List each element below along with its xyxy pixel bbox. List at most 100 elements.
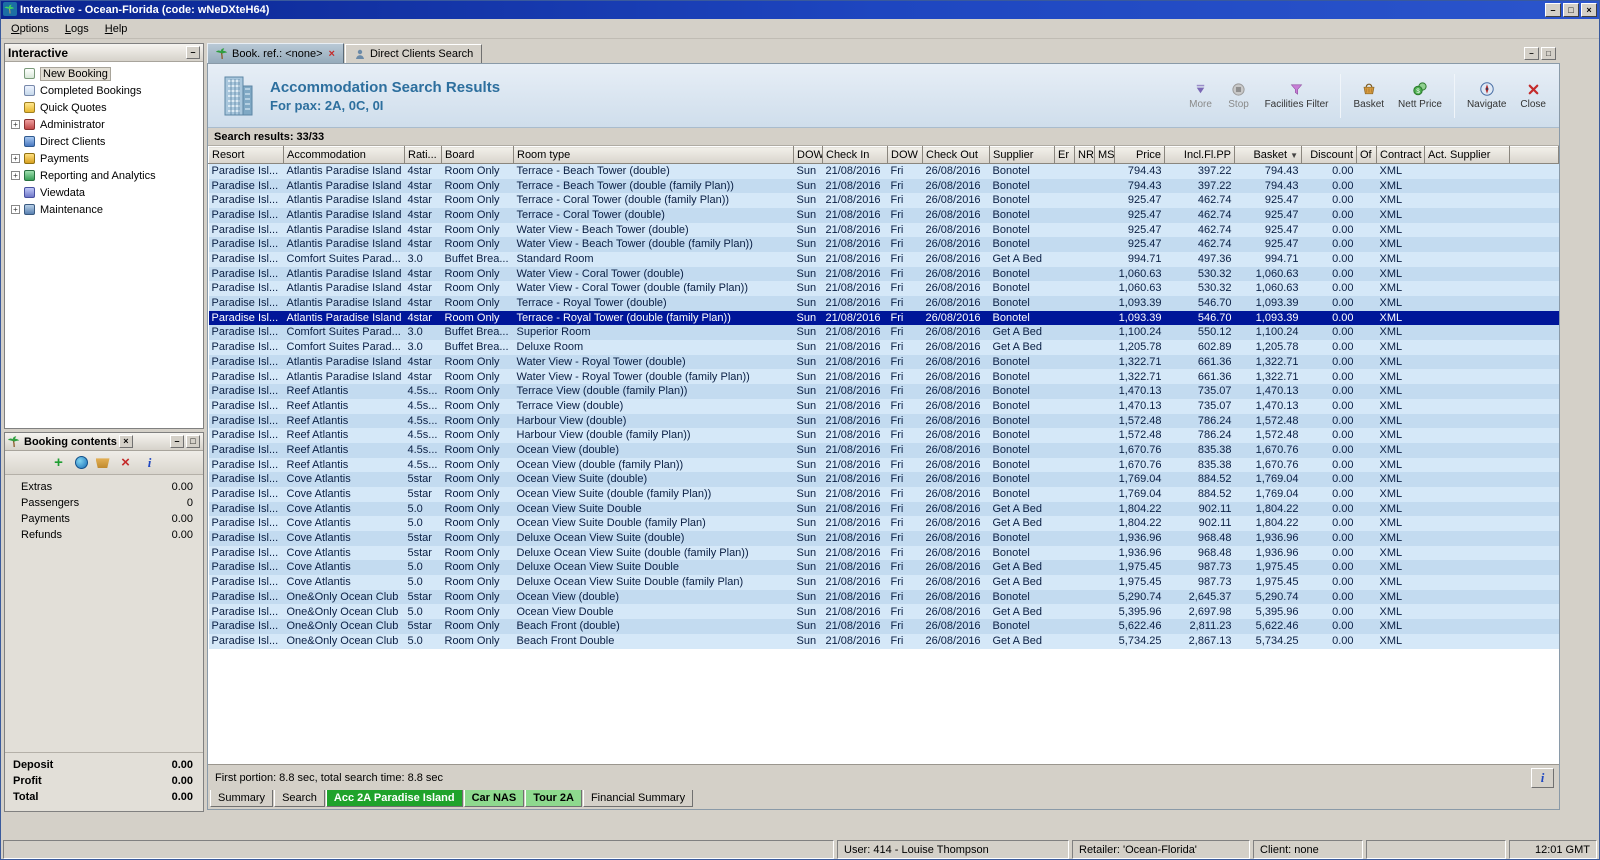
sidebar-collapse-button[interactable] [186,46,200,59]
window-minimize-button[interactable] [1545,3,1561,17]
booking-contents-minimize-button[interactable] [170,435,184,448]
result-row[interactable]: Paradise Isl... Cove Atlantis 5star Room On… [208,486,1559,502]
window-close-button[interactable] [1581,3,1597,17]
result-row[interactable]: Paradise Isl... Atlantis Paradise Island 4… [208,178,1559,194]
result-row[interactable]: Paradise Isl... Atlantis Paradise Island 4… [208,310,1559,326]
sidebar-item-administrator[interactable]: + Administrator [5,116,203,133]
sidebar-item-quick-quotes[interactable]: Quick Quotes [5,99,203,116]
result-row[interactable]: Paradise Isl... Atlantis Paradise Island 4… [208,193,1559,208]
result-row[interactable]: Paradise Isl... Reef Atlantis 4.5s... Room … [208,428,1559,443]
result-row[interactable]: Paradise Isl... Reef Atlantis 4.5s... Room … [208,457,1559,473]
column-header-nr[interactable]: NR [1074,146,1095,164]
column-header-er[interactable]: Er [1054,146,1075,164]
column-header-check-in[interactable]: Check In [822,146,888,164]
sidebar-item-payments[interactable]: + Payments [5,150,203,167]
column-header-supplier[interactable]: Supplier [989,146,1055,164]
result-row[interactable]: Paradise Isl... Reef Atlantis 4.5s... Room … [208,384,1559,399]
cell-accommodation: One&Only Ocean Club [286,620,399,633]
tab-close-icon[interactable]: × [329,48,335,60]
result-row[interactable]: Paradise Isl... Cove Atlantis 5.0 Room Only… [208,501,1559,517]
bottom-tab-summary[interactable]: Summary [210,790,274,807]
result-row[interactable]: Paradise Isl... Reef Atlantis 4.5s... Room … [208,413,1559,429]
menu-options[interactable]: Options [3,21,57,37]
info-icon[interactable] [142,455,158,471]
booking-contents-restore-button[interactable] [186,435,200,448]
result-row[interactable]: Paradise Isl... Atlantis Paradise Island 4… [208,163,1559,179]
result-row[interactable]: Paradise Isl... Comfort Suites Parad... 3.… [208,251,1559,267]
result-row[interactable]: Paradise Isl... Atlantis Paradise Island 4… [208,354,1559,370]
nett-price-button[interactable]: $ Nett Price [1391,78,1449,113]
result-row[interactable]: Paradise Isl... Atlantis Paradise Island 4… [208,207,1559,223]
window-maximize-button[interactable] [1563,3,1579,17]
result-row[interactable]: Paradise Isl... Atlantis Paradise Island 4… [208,296,1559,311]
column-header-of[interactable]: Of [1356,146,1377,164]
expand-plus-icon[interactable]: + [11,154,20,163]
bottom-tab-financial-summary[interactable]: Financial Summary [582,790,694,807]
basket-icon[interactable] [95,458,110,468]
bottom-tab-search[interactable]: Search [274,790,325,807]
expand-plus-icon[interactable]: + [11,205,20,214]
info-button[interactable] [1531,767,1554,788]
expand-plus-icon[interactable]: + [11,120,20,129]
result-row[interactable]: Paradise Isl... Cove Atlantis 5.0 Room Only… [208,575,1559,590]
bottom-tab-acc-2a-paradise-island[interactable]: Acc 2A Paradise Island [325,790,463,807]
result-row[interactable]: Paradise Isl... Cove Atlantis 5.0 Room Only… [208,516,1559,531]
column-header-check-out[interactable]: Check Out [922,146,990,164]
navigate-button[interactable]: Navigate [1460,78,1513,113]
column-header-ms[interactable]: MS [1094,146,1115,164]
column-header-basket[interactable]: Basket ▼ [1234,146,1302,164]
tab-direct-clients-search[interactable]: Direct Clients Search [344,44,483,63]
result-row[interactable]: Paradise Isl... Comfort Suites Parad... 3.… [208,325,1559,341]
result-row[interactable]: Paradise Isl... One&Only Ocean Club 5.0 Roo… [208,604,1559,620]
column-header-accommodation[interactable]: Accommodation [283,146,405,164]
tab-book-ref-none[interactable]: Book. ref.: <none> × [207,43,344,63]
delete-icon[interactable] [118,455,134,471]
column-header-discount[interactable]: Discount [1301,146,1357,164]
expand-plus-icon[interactable]: + [11,171,20,180]
column-header-dow[interactable]: DOW [887,146,923,164]
sidebar-item-completed-bookings[interactable]: Completed Bookings [5,82,203,99]
menu-help[interactable]: Help [97,21,136,37]
child-minimize-button[interactable] [1524,47,1539,60]
basket-button[interactable]: Basket [1346,78,1391,113]
column-header-board[interactable]: Board [441,146,514,164]
result-row[interactable]: Paradise Isl... Cove Atlantis 5star Room On… [208,472,1559,487]
result-row[interactable]: Paradise Isl... One&Only Ocean Club 5star R… [208,589,1559,605]
bottom-tab-tour-2a[interactable]: Tour 2A [525,790,582,807]
result-row[interactable]: Paradise Isl... Atlantis Paradise Island 4… [208,281,1559,296]
result-row[interactable]: Paradise Isl... Reef Atlantis 4.5s... Room … [208,398,1559,414]
close-button[interactable]: Close [1513,78,1553,113]
column-header-act-supplier[interactable]: Act. Supplier [1424,146,1510,164]
bottom-tab-car-nas[interactable]: Car NAS [463,790,525,807]
column-header-price[interactable]: Price [1114,146,1165,164]
child-restore-button[interactable] [1541,47,1556,60]
result-row[interactable]: Paradise Isl... Atlantis Paradise Island 4… [208,369,1559,385]
result-row[interactable]: Paradise Isl... One&Only Ocean Club 5.0 Roo… [208,633,1559,649]
column-header-incl-fl-pp[interactable]: Incl.Fl.PP [1164,146,1235,164]
column-header-resort[interactable]: Resort [208,146,284,164]
column-header-dow[interactable]: DOW [793,146,823,164]
column-header-rati[interactable]: Rati... [404,146,442,164]
sidebar-item-direct-clients[interactable]: Direct Clients [5,133,203,150]
cell-filler [1510,560,1559,575]
result-row[interactable]: Paradise Isl... Comfort Suites Parad... 3.… [208,340,1559,355]
sidebar-item-new-booking[interactable]: New Booking [5,65,203,82]
menu-logs[interactable]: Logs [57,21,97,37]
globe-icon[interactable] [74,456,88,469]
column-header-contract[interactable]: Contract [1376,146,1425,164]
sidebar-item-viewdata[interactable]: Viewdata [5,184,203,201]
result-row[interactable]: Paradise Isl... Atlantis Paradise Island 4… [208,222,1559,238]
booking-contents-close-button[interactable] [118,435,133,448]
result-row[interactable]: Paradise Isl... Atlantis Paradise Island 4… [208,237,1559,252]
result-row[interactable]: Paradise Isl... One&Only Ocean Club 5star R… [208,619,1559,634]
sidebar-item-maintenance[interactable]: + Maintenance [5,201,203,218]
facilities-filter-button[interactable]: Facilities Filter [1258,78,1336,113]
result-row[interactable]: Paradise Isl... Atlantis Paradise Island 4… [208,266,1559,282]
result-row[interactable]: Paradise Isl... Cove Atlantis 5.0 Room Only… [208,560,1559,576]
add-icon[interactable] [51,455,67,471]
column-header-room-type[interactable]: Room type [513,146,794,164]
result-row[interactable]: Paradise Isl... Cove Atlantis 5star Room On… [208,545,1559,561]
result-row[interactable]: Paradise Isl... Reef Atlantis 4.5s... Room … [208,442,1559,458]
sidebar-item-reporting-and-analytics[interactable]: + Reporting and Analytics [5,167,203,184]
result-row[interactable]: Paradise Isl... Cove Atlantis 5star Room On… [208,531,1559,546]
